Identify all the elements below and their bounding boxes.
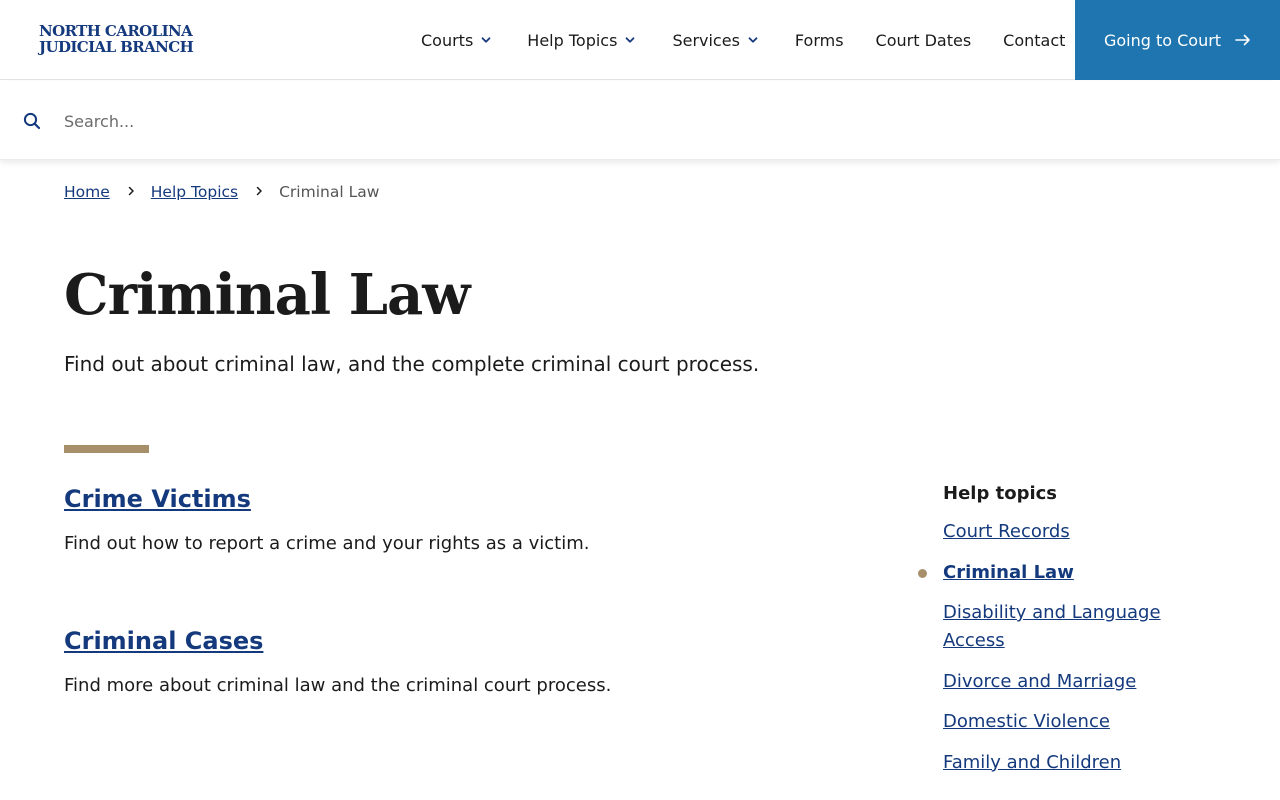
cta-label: Going to Court [1103,30,1222,50]
sidebar-link[interactable]: Divorce and Marriage [943,671,1136,692]
nav-item-contact[interactable]: Contact [1003,31,1065,50]
breadcrumb-help-topics-link[interactable]: Help Topics [151,183,238,201]
sidebar-link[interactable]: Domestic Violence [943,711,1110,732]
sidebar-item-divorce-marriage: Divorce and Marriage [943,668,1173,696]
nav-item-label: Services [672,30,740,50]
active-indicator-dot [918,568,927,578]
sidebar-list: Court Records Criminal Law Disability an… [918,518,1243,777]
help-topics-sidebar: Help topics Court Records Criminal Law D… [918,483,1243,789]
chevron-right-icon [256,184,263,200]
sidebar-link[interactable]: Family and Children [943,752,1121,773]
site-header: NORTH CAROLINA JUDICIAL BRANCH Courts He… [0,0,1280,80]
search-icon[interactable] [23,112,41,134]
topic-link-criminal-cases[interactable]: Criminal Cases [64,627,263,655]
nav-item-label: Courts [421,30,474,50]
nav-item-label: Forms [794,30,844,50]
chevron-down-icon [481,35,491,45]
chevron-down-icon [748,35,758,45]
page-intro: Find out about criminal law, and the com… [64,352,760,376]
nav-item-help-topics[interactable]: Help Topics [527,31,635,50]
breadcrumb-home-link[interactable]: Home [64,183,110,201]
chevron-right-icon [128,184,135,200]
sidebar-item-domestic-violence: Domestic Violence [943,708,1173,736]
chevron-down-icon [625,35,635,45]
topic-link-crime-victims[interactable]: Crime Victims [64,485,251,513]
sidebar-title: Help topics [943,483,1058,504]
site-logo[interactable]: NORTH CAROLINA JUDICIAL BRANCH [39,22,194,56]
nav-item-forms[interactable]: Forms [795,31,844,50]
topic-card-criminal-cases: Criminal Cases Find more about criminal … [64,627,611,696]
topic-card-crime-victims: Crime Victims Find out how to report a c… [64,485,589,554]
nav-item-court-dates[interactable]: Court Dates [876,31,972,50]
search-bar [0,81,1280,160]
sidebar-link[interactable]: Court Records [943,521,1070,542]
topic-description: Find out how to report a crime and your … [64,533,590,554]
main-nav: Courts Help Topics Services Forms Court … [421,0,1065,80]
sidebar-item-criminal-law: Criminal Law [918,559,1173,587]
breadcrumb: Home Help Topics Criminal Law [64,183,379,201]
sidebar-item-court-records: Court Records [943,518,1173,546]
logo-line-1: NORTH CAROLINA [39,22,193,40]
logo-line-2: JUDICIAL BRANCH [39,38,194,56]
nav-item-label: Help Topics [527,30,618,50]
breadcrumb-current: Criminal Law [279,183,380,201]
arrow-right-icon [1235,31,1251,50]
nav-item-label: Contact [1003,30,1066,50]
going-to-court-button[interactable]: Going to Court [1075,0,1280,80]
sidebar-link[interactable]: Disability and Language Access [943,602,1161,651]
topic-description: Find more about criminal law and the cri… [64,675,612,696]
accent-divider [64,445,149,453]
nav-item-courts[interactable]: Courts [421,31,491,50]
sidebar-item-family-children: Family and Children [943,749,1173,777]
sidebar-link[interactable]: Criminal Law [943,562,1074,583]
search-input[interactable] [64,106,1244,136]
nav-item-label: Court Dates [875,30,972,50]
sidebar-item-disability-language-access: Disability and Language Access [943,599,1173,655]
nav-item-services[interactable]: Services [672,30,758,50]
page-title: Criminal Law [64,262,471,328]
